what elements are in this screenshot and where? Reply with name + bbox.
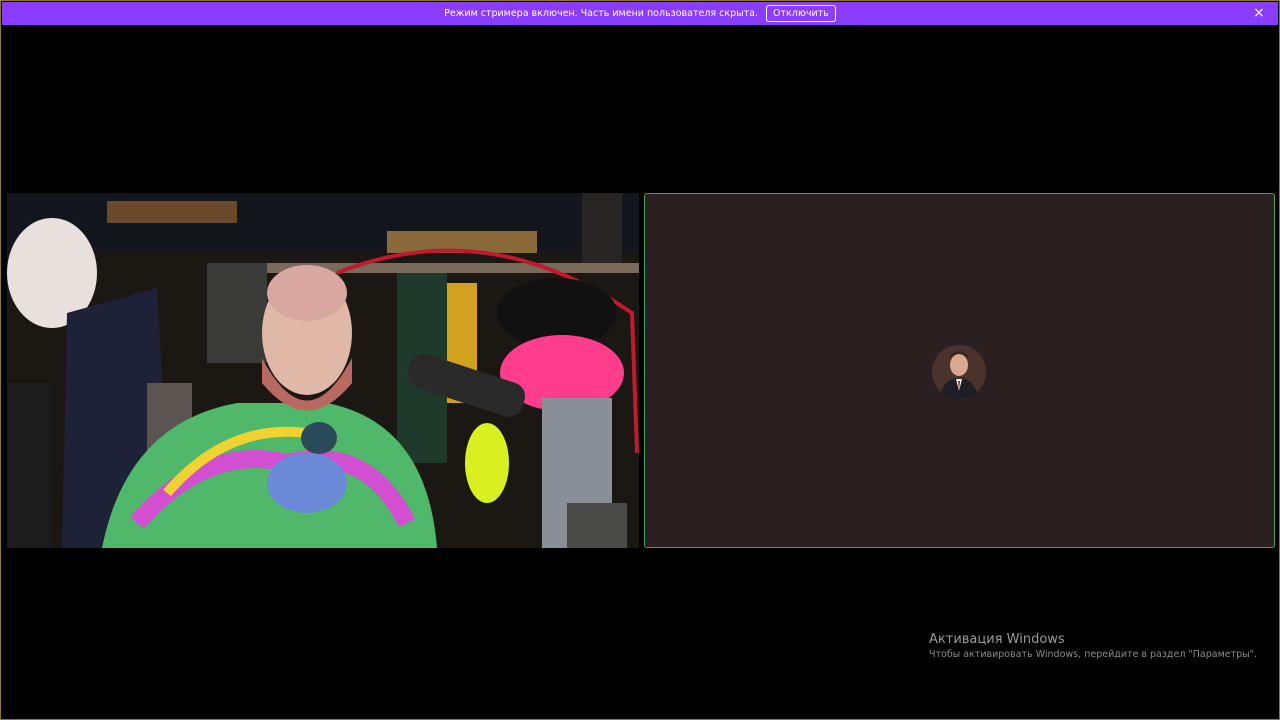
- disable-streamer-mode-button[interactable]: Отключить: [766, 5, 836, 22]
- avatar-image: [932, 345, 986, 399]
- webcam-video: [7, 193, 639, 548]
- video-tile[interactable]: [7, 193, 639, 548]
- watermark-subtitle: Чтобы активировать Windows, перейдите в …: [929, 649, 1258, 660]
- close-icon[interactable]: ×: [1252, 6, 1266, 20]
- banner-text: Режим стримера включен. Часть имени поль…: [444, 8, 759, 19]
- windows-activation-watermark: Активация Windows Чтобы активировать Win…: [929, 631, 1257, 662]
- streamer-mode-banner: Режим стримера включен. Часть имени поль…: [2, 2, 1278, 25]
- watermark-title: Активация Windows: [929, 632, 1065, 647]
- voice-participant-tile[interactable]: [644, 193, 1275, 548]
- participant-avatar[interactable]: [932, 345, 986, 399]
- call-window: Режим стримера включен. Часть имени поль…: [0, 0, 1280, 720]
